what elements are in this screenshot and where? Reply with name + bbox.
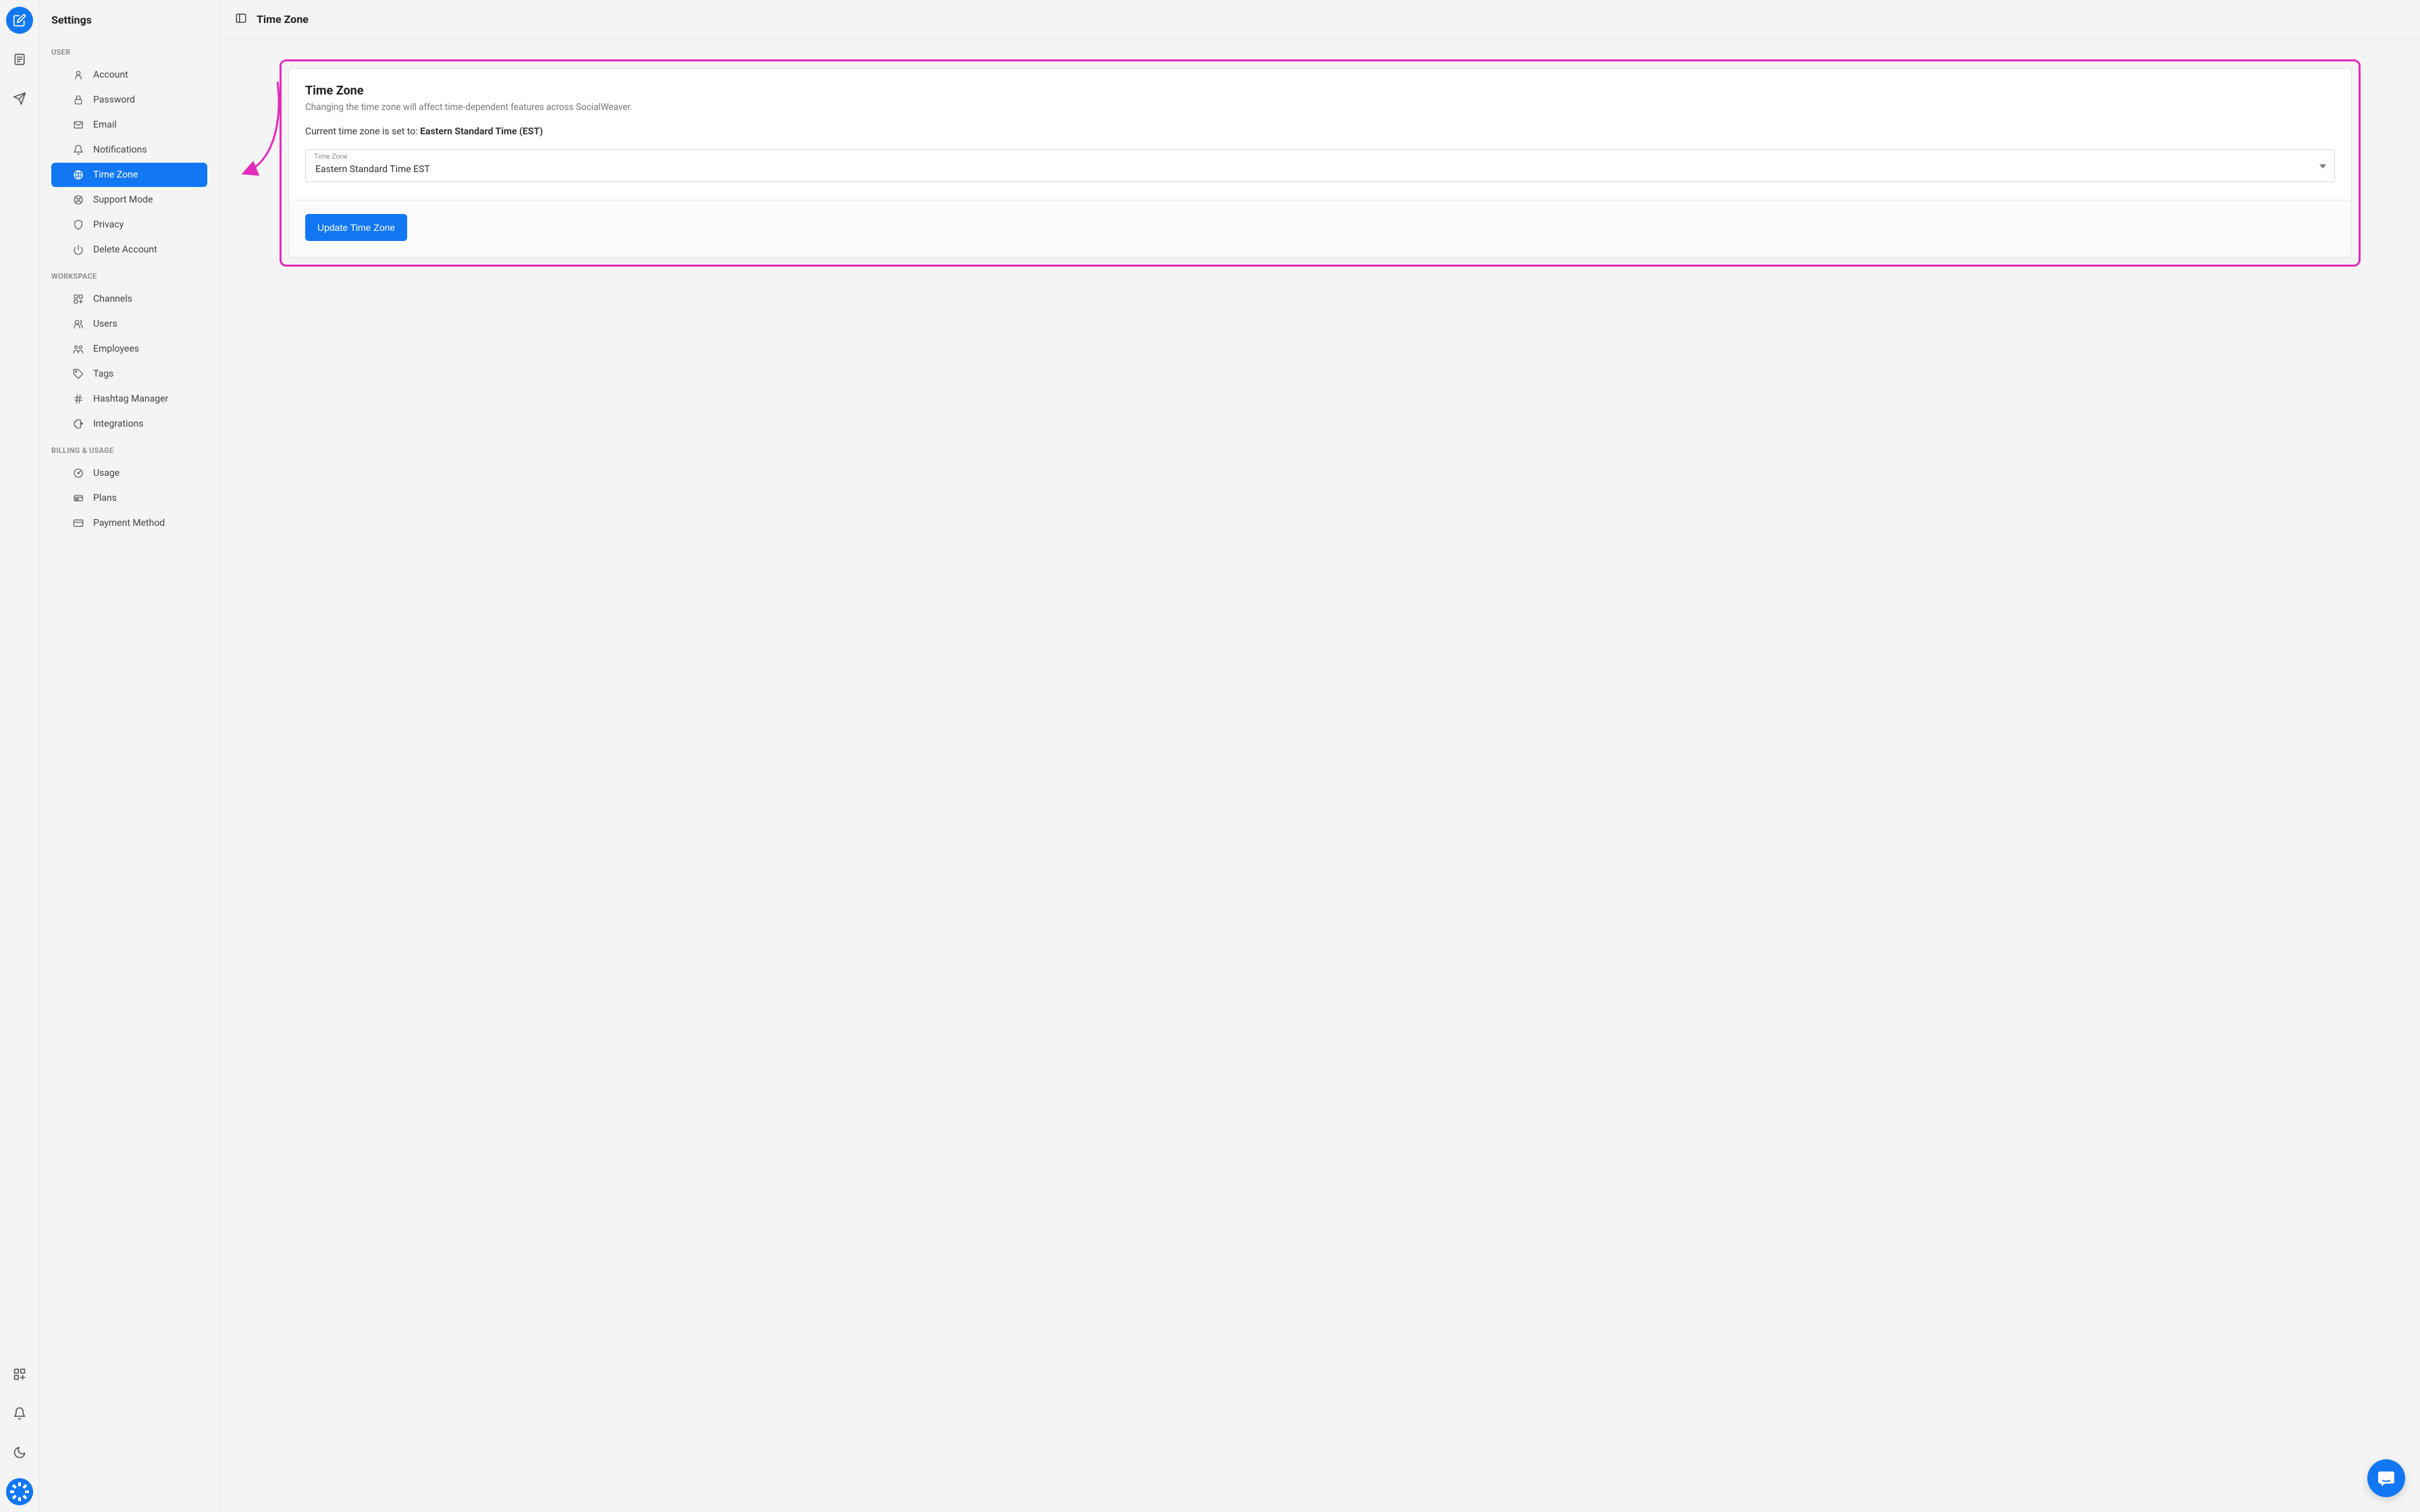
shield-icon [73, 219, 84, 230]
sidebar-item-email[interactable]: Email [51, 113, 207, 137]
send-icon [13, 92, 26, 105]
section-label-user: USER [39, 38, 219, 62]
sidebar-item-label: Email [93, 119, 117, 130]
page-title: Time Zone [257, 13, 309, 26]
sidebar-item-label: Privacy [93, 219, 124, 230]
theme-button[interactable] [6, 1439, 33, 1466]
brand-logo-icon [6, 1478, 33, 1505]
power-icon [73, 244, 84, 255]
section-label-billing: BILLING & USAGE [39, 437, 219, 460]
card-title: Time Zone [305, 84, 2335, 98]
sidebar-item-privacy[interactable]: Privacy [51, 213, 207, 237]
settings-sidebar: Settings USER Account Password Email Not… [39, 0, 220, 1512]
sidebar-item-timezone[interactable]: Time Zone [51, 163, 207, 187]
sidebar-item-tags[interactable]: Tags [51, 362, 207, 386]
select-value: Eastern Standard Time EST [315, 164, 430, 175]
gauge-icon [73, 468, 84, 479]
sidebar-item-label: Payment Method [93, 518, 165, 529]
sidebar-item-hashtag-manager[interactable]: Hashtag Manager [51, 387, 207, 411]
hash-icon [73, 394, 84, 404]
sidebar-item-label: Users [93, 319, 117, 329]
sidebar-item-plans[interactable]: Plans [51, 486, 207, 510]
highlight-annotation: Time Zone Changing the time zone will af… [280, 59, 2361, 267]
sidebar-item-label: Channels [93, 294, 132, 304]
sidebar-item-label: Plans [93, 493, 117, 504]
support-icon [73, 194, 84, 205]
send-button[interactable] [6, 85, 33, 112]
card-subtitle: Changing the time zone will affect time-… [305, 102, 2335, 113]
panel-icon [235, 12, 247, 24]
sidebar-item-label: Tags [93, 369, 113, 379]
sidebar-item-label: Usage [93, 468, 120, 479]
sidebar-item-notifications[interactable]: Notifications [51, 138, 207, 162]
employees-icon [73, 344, 84, 354]
sidebar-item-integrations[interactable]: Integrations [51, 412, 207, 436]
sidebar-item-support-mode[interactable]: Support Mode [51, 188, 207, 212]
chat-icon [2377, 1469, 2396, 1488]
annotation-arrow [242, 80, 282, 180]
sidebar-item-payment-method[interactable]: Payment Method [51, 511, 207, 535]
sidebar-item-password[interactable]: Password [51, 88, 207, 112]
intercom-chat-button[interactable] [2367, 1459, 2405, 1497]
grid-add-icon [13, 1368, 26, 1381]
lock-icon [73, 94, 84, 105]
sidebar-item-label: Employees [93, 344, 139, 354]
compose-button[interactable] [6, 7, 33, 34]
bell-icon [13, 1407, 26, 1420]
update-timezone-button[interactable]: Update Time Zone [305, 214, 407, 241]
panel-toggle-button[interactable] [235, 12, 247, 27]
sidebar-item-label: Hashtag Manager [93, 394, 168, 404]
select-label: Time Zone [314, 152, 348, 161]
timezone-select[interactable]: Time Zone Eastern Standard Time EST [305, 149, 2335, 182]
card-icon [73, 518, 84, 529]
section-label-workspace: WORKSPACE [39, 263, 219, 286]
sidebar-item-label: Delete Account [93, 244, 157, 255]
timezone-card: Time Zone Changing the time zone will af… [288, 68, 2352, 258]
sidebar-item-label: Support Mode [93, 194, 153, 205]
apps-button[interactable] [6, 1361, 33, 1388]
sidebar-item-account[interactable]: Account [51, 63, 207, 87]
sidebar-item-label: Account [93, 70, 128, 80]
tag-icon [73, 369, 84, 379]
grid-add-icon [73, 294, 84, 304]
plans-icon [73, 493, 84, 504]
sidebar-item-label: Time Zone [93, 169, 138, 180]
notifications-button[interactable] [6, 1400, 33, 1427]
main-area: Time Zone Time Zone Changing the time zo… [220, 0, 2420, 1512]
user-icon [73, 70, 84, 80]
workspace-avatar[interactable] [6, 1478, 33, 1505]
sidebar-item-label: Password [93, 94, 135, 105]
compose-icon [13, 14, 26, 27]
sidebar-item-delete-account[interactable]: Delete Account [51, 238, 207, 262]
sidebar-item-usage[interactable]: Usage [51, 461, 207, 485]
sidebar-item-users[interactable]: Users [51, 312, 207, 336]
app-rail [0, 0, 39, 1512]
sidebar-item-label: Notifications [93, 144, 147, 155]
content-area: Time Zone Changing the time zone will af… [220, 39, 2420, 1512]
topbar: Time Zone [220, 0, 2420, 39]
users-icon [73, 319, 84, 329]
puzzle-icon [73, 418, 84, 429]
globe-icon [73, 169, 84, 180]
current-timezone-line: Current time zone is set to: Eastern Sta… [305, 126, 2335, 137]
mail-icon [73, 119, 84, 130]
feed-button[interactable] [6, 46, 33, 73]
bell-icon [73, 144, 84, 155]
current-value: Eastern Standard Time (EST) [420, 126, 543, 137]
moon-icon [13, 1446, 26, 1459]
current-prefix: Current time zone is set to: [305, 126, 420, 137]
chevron-down-icon [2319, 159, 2326, 172]
sidebar-item-employees[interactable]: Employees [51, 337, 207, 361]
sidebar-item-channels[interactable]: Channels [51, 287, 207, 311]
sidebar-title: Settings [39, 0, 219, 38]
document-icon [13, 53, 26, 66]
sidebar-item-label: Integrations [93, 418, 143, 429]
